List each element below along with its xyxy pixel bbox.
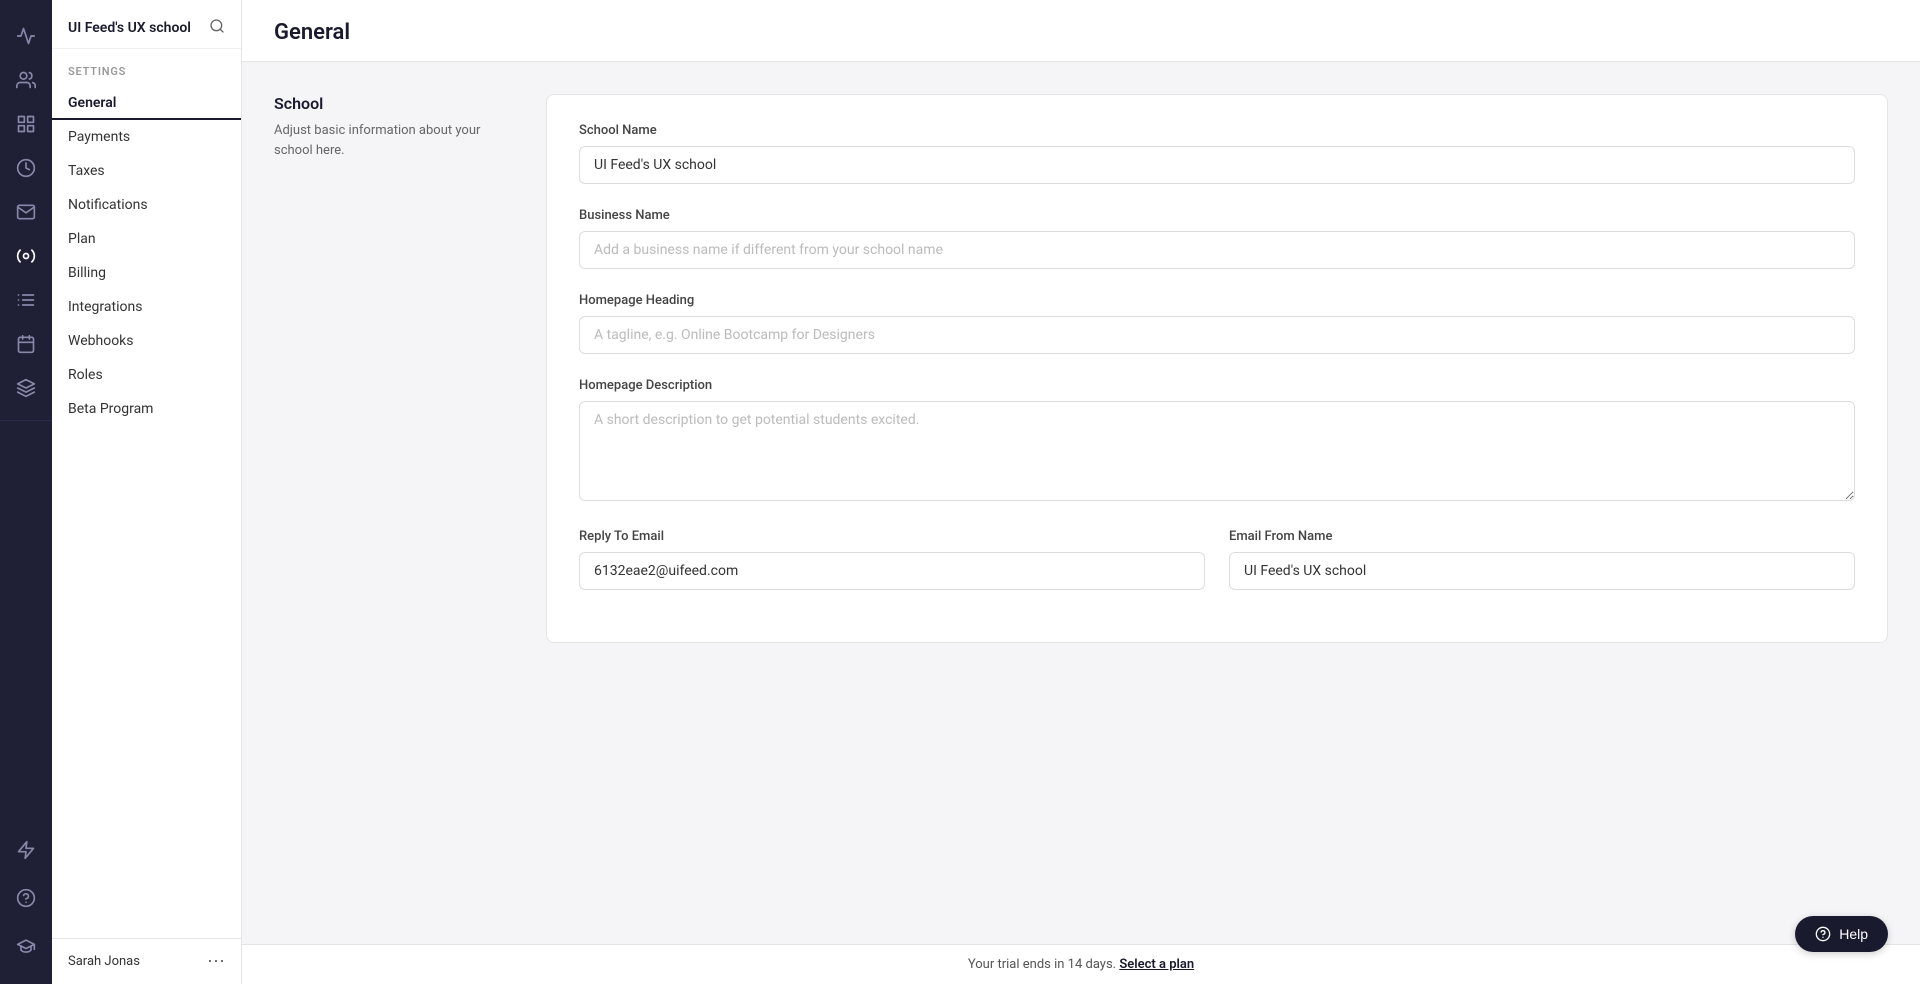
user-name: Sarah Jonas (68, 954, 140, 969)
settings-section: School Adjust basic information about yo… (274, 94, 1888, 643)
homepage-heading-group: Homepage Heading (579, 293, 1855, 354)
settings-icon[interactable] (6, 236, 46, 276)
sidebar-item-notifications[interactable]: Notifications (52, 188, 241, 222)
graduation-icon[interactable] (6, 926, 46, 966)
reply-email-group: Reply To Email (579, 529, 1205, 590)
school-name-input[interactable] (579, 146, 1855, 184)
section-description: School Adjust basic information about yo… (274, 94, 514, 643)
help-button[interactable]: Help (1795, 916, 1888, 952)
sidebar-item-general[interactable]: General (52, 86, 241, 120)
form-card: School Name Business Name Homepage Headi… (546, 94, 1888, 643)
reply-email-label: Reply To Email (579, 529, 1205, 544)
users-icon[interactable] (6, 60, 46, 100)
dashboard-icon[interactable] (6, 104, 46, 144)
revenue-icon[interactable] (6, 148, 46, 188)
question-icon[interactable] (6, 878, 46, 918)
rail-top-section (0, 0, 52, 421)
help-label: Help (1839, 926, 1868, 942)
icon-rail (0, 0, 52, 984)
tools-icon[interactable] (6, 368, 46, 408)
lightning-icon[interactable] (6, 830, 46, 870)
library-icon[interactable] (6, 280, 46, 320)
more-options-icon[interactable]: ⋯ (207, 951, 225, 972)
email-from-input[interactable] (1229, 552, 1855, 590)
search-icon[interactable] (209, 18, 225, 38)
sidebar-item-payments[interactable]: Payments (52, 120, 241, 154)
email-row: Reply To Email Email From Name (579, 529, 1855, 614)
sidebar-item-beta-program[interactable]: Beta Program (52, 392, 241, 426)
help-circle-icon (1815, 926, 1831, 942)
homepage-description-input[interactable] (579, 401, 1855, 501)
main-sidebar: UI Feed's UX school SETTINGS General Pay… (52, 0, 242, 984)
calendar-icon[interactable] (6, 324, 46, 364)
trial-message: Your trial ends in 14 days. (968, 957, 1116, 972)
select-plan-link[interactable]: Select a plan (1119, 957, 1194, 972)
sidebar-item-plan[interactable]: Plan (52, 222, 241, 256)
sidebar-footer: Sarah Jonas ⋯ (52, 938, 241, 984)
sidebar-header: UI Feed's UX school (52, 0, 241, 49)
school-name-label: School Name (579, 123, 1855, 138)
school-name-group: School Name (579, 123, 1855, 184)
section-text: Adjust basic information about your scho… (274, 121, 514, 160)
homepage-heading-label: Homepage Heading (579, 293, 1855, 308)
section-title: School (274, 94, 514, 113)
business-name-group: Business Name (579, 208, 1855, 269)
sidebar-title: UI Feed's UX school (68, 20, 201, 36)
homepage-description-group: Homepage Description (579, 378, 1855, 505)
trial-bar: Your trial ends in 14 days. Select a pla… (242, 944, 1920, 984)
homepage-heading-input[interactable] (579, 316, 1855, 354)
homepage-description-label: Homepage Description (579, 378, 1855, 393)
analytics-icon[interactable] (6, 16, 46, 56)
reply-email-input[interactable] (579, 552, 1205, 590)
content-area: General School Adjust basic information … (242, 0, 1920, 984)
settings-section-label: SETTINGS (52, 49, 241, 86)
email-from-group: Email From Name (1229, 529, 1855, 590)
page-title: General (274, 20, 1888, 45)
sidebar-item-taxes[interactable]: Taxes (52, 154, 241, 188)
email-from-label: Email From Name (1229, 529, 1855, 544)
sidebar-item-webhooks[interactable]: Webhooks (52, 324, 241, 358)
page-body: School Adjust basic information about yo… (242, 62, 1920, 944)
business-name-label: Business Name (579, 208, 1855, 223)
sidebar-item-integrations[interactable]: Integrations (52, 290, 241, 324)
sidebar-item-billing[interactable]: Billing (52, 256, 241, 290)
business-name-input[interactable] (579, 231, 1855, 269)
sidebar-item-roles[interactable]: Roles (52, 358, 241, 392)
mail-icon[interactable] (6, 192, 46, 232)
page-header: General (242, 0, 1920, 62)
